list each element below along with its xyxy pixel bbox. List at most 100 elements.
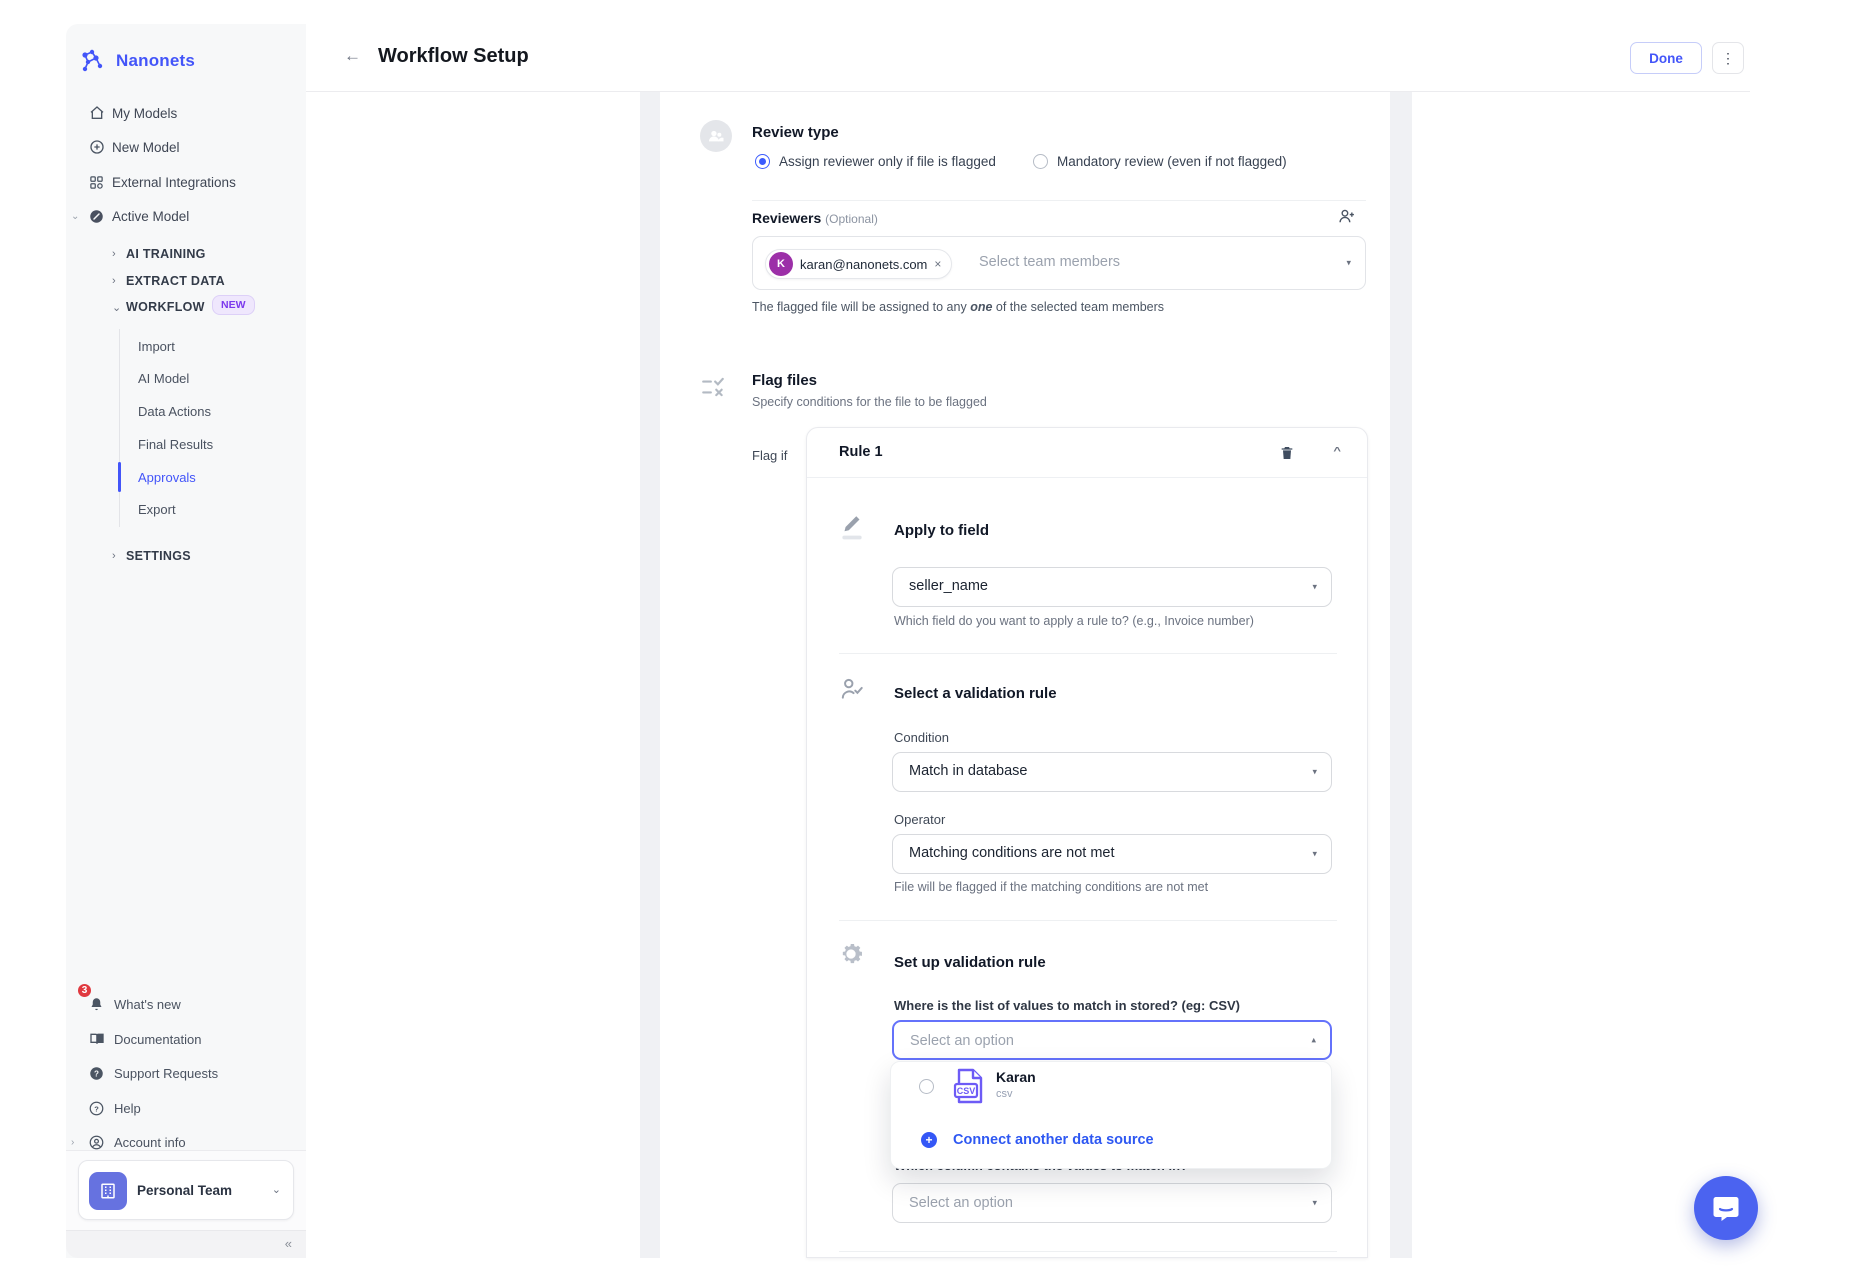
- apply-field-select[interactable]: seller_name ▾: [892, 567, 1332, 607]
- radio-unselected-icon: [1033, 154, 1048, 169]
- done-button[interactable]: Done: [1630, 42, 1702, 74]
- divider: [839, 1251, 1337, 1252]
- caret-up-icon: ▴: [1311, 1035, 1316, 1046]
- sidebar-item-documentation[interactable]: Documentation: [66, 1029, 306, 1049]
- document-preview-pane: [306, 92, 640, 1258]
- chevron-right-icon: ›: [112, 550, 116, 562]
- question-circle-icon: ?: [88, 1100, 105, 1117]
- chevron-down-icon[interactable]: ⌄: [71, 211, 79, 222]
- top-header: ← Workflow Setup Done ⋮: [306, 24, 1750, 92]
- brand[interactable]: Nanonets: [80, 46, 195, 76]
- sidebar-item-active-model[interactable]: ⌄ Active Model: [66, 205, 306, 227]
- home-icon: [88, 105, 105, 122]
- nanonets-logo-icon: [80, 48, 106, 74]
- reviewer-email: karan@nanonets.com: [800, 257, 927, 272]
- chat-bubble-icon: [1711, 1193, 1741, 1223]
- plus-circle-icon: +: [921, 1132, 937, 1148]
- team-name: Personal Team: [137, 1183, 232, 1198]
- chevron-down-icon: ⌄: [112, 301, 121, 314]
- sidebar-item-support-requests[interactable]: ? Support Requests: [66, 1063, 306, 1083]
- sidebar-section-extract-data[interactable]: › EXTRACT DATA: [66, 272, 306, 290]
- sidebar-section-workflow[interactable]: ⌄ WORKFLOW NEW: [66, 298, 306, 316]
- operator-helper: File will be flagged if the matching con…: [894, 880, 1208, 894]
- operator-label: Operator: [894, 812, 945, 827]
- content-area: Review type Assign reviewer only if file…: [306, 92, 1750, 1258]
- sidebar-collapse-bar: «: [66, 1230, 306, 1258]
- review-type-icon: [700, 120, 732, 152]
- sidebar: Nanonets My Models New Model External In…: [66, 24, 306, 1258]
- optional-label: (Optional): [825, 212, 878, 226]
- divider: [752, 200, 1366, 201]
- remove-chip-icon[interactable]: ×: [934, 257, 941, 271]
- avatar: K: [769, 252, 793, 276]
- data-source-name[interactable]: Karan: [996, 1069, 1036, 1085]
- sidebar-item-ai-model[interactable]: AI Model: [66, 369, 306, 387]
- data-source-dropdown: CSV Karan csv + Connect another data sou…: [890, 1061, 1332, 1169]
- flag-files-subtitle: Specify conditions for the file to be fl…: [752, 395, 987, 409]
- tree-line: [119, 329, 120, 527]
- sidebar-item-data-actions[interactable]: Data Actions: [66, 402, 306, 420]
- collapse-rule-icon[interactable]: ^: [1333, 445, 1341, 457]
- caret-down-icon: ▾: [1312, 849, 1317, 860]
- chat-launcher[interactable]: [1694, 1176, 1758, 1240]
- rule-title: Rule 1: [839, 444, 883, 460]
- delete-rule-icon[interactable]: [1279, 445, 1295, 461]
- sidebar-item-whats-new[interactable]: What's new: [66, 994, 306, 1014]
- more-options-button[interactable]: ⋮: [1712, 42, 1744, 74]
- reviewers-select[interactable]: K karan@nanonets.com × Select team membe…: [752, 236, 1366, 290]
- add-reviewer-icon[interactable]: [1338, 208, 1356, 224]
- workflow-setup-page: Nanonets My Models New Model External In…: [0, 0, 1870, 1280]
- building-icon: [89, 1172, 127, 1210]
- sidebar-item-final-results[interactable]: Final Results: [66, 435, 306, 453]
- rule-card: Rule 1 ^ Apply to field seller_name ▾ Wh…: [806, 427, 1368, 1258]
- sidebar-item-external-integrations[interactable]: External Integrations: [66, 171, 306, 193]
- review-type-title: Review type: [752, 124, 839, 141]
- team-switcher[interactable]: Personal Team ⌄: [78, 1160, 294, 1220]
- operator-select[interactable]: Matching conditions are not met ▾: [892, 834, 1332, 874]
- pencil-icon: [839, 512, 865, 542]
- source-label: Where is the list of values to match in …: [894, 998, 1240, 1013]
- connect-data-source[interactable]: + Connect another data source: [921, 1132, 1154, 1148]
- flag-files-title: Flag files: [752, 372, 817, 389]
- sidebar-section-settings[interactable]: › SETTINGS: [66, 547, 306, 565]
- question-filled-icon: ?: [88, 1065, 105, 1082]
- condition-label: Condition: [894, 730, 949, 745]
- caret-down-icon: ▾: [1346, 258, 1351, 269]
- right-pane: [1412, 92, 1750, 1258]
- back-arrow-icon[interactable]: ←: [344, 46, 361, 66]
- sidebar-section-ai-training[interactable]: › AI TRAINING: [66, 245, 306, 263]
- reviewers-helper: The flagged file will be assigned to any…: [752, 300, 1164, 314]
- divider: [839, 653, 1337, 654]
- sidebar-item-import[interactable]: Import: [66, 337, 306, 355]
- caret-down-icon: ▾: [1312, 582, 1317, 593]
- sidebar-item-account-info[interactable]: › Account info: [66, 1132, 306, 1152]
- radio-assign-if-flagged[interactable]: Assign reviewer only if file is flagged: [755, 154, 996, 169]
- bell-icon: [88, 996, 105, 1013]
- reviewers-title: Reviewers (Optional): [752, 210, 878, 226]
- radio-selected-icon: [755, 154, 770, 169]
- csv-file-icon: CSV: [953, 1068, 985, 1104]
- book-icon: [88, 1031, 105, 1048]
- plus-circle-icon: [88, 139, 105, 156]
- grid-icon: [88, 174, 105, 191]
- option-radio-unselected[interactable]: [919, 1079, 934, 1094]
- sidebar-item-approvals[interactable]: Approvals: [66, 468, 306, 486]
- condition-select[interactable]: Match in database ▾: [892, 752, 1332, 792]
- active-model-icon: [88, 208, 105, 225]
- gear-icon: [837, 940, 865, 968]
- collapse-sidebar-icon[interactable]: «: [285, 1236, 292, 1251]
- svg-text:?: ?: [94, 1069, 99, 1078]
- rule-header[interactable]: Rule 1 ^: [807, 428, 1367, 478]
- flag-if-label: Flag if: [752, 448, 787, 463]
- sidebar-item-my-models[interactable]: My Models: [66, 102, 306, 124]
- whats-new-count-badge: 3: [76, 982, 93, 999]
- sidebar-item-export[interactable]: Export: [66, 500, 306, 518]
- approvals-form-panel: Review type Assign reviewer only if file…: [660, 92, 1390, 1258]
- apply-to-field-title: Apply to field: [894, 522, 989, 539]
- reviewer-chip: K karan@nanonets.com ×: [765, 249, 952, 279]
- sidebar-item-new-model[interactable]: New Model: [66, 136, 306, 158]
- column-select[interactable]: Select an option ▾: [892, 1183, 1332, 1223]
- source-select[interactable]: Select an option ▴: [892, 1020, 1332, 1060]
- sidebar-item-help[interactable]: ? Help: [66, 1098, 306, 1118]
- radio-mandatory-review[interactable]: Mandatory review (even if not flagged): [1033, 154, 1287, 169]
